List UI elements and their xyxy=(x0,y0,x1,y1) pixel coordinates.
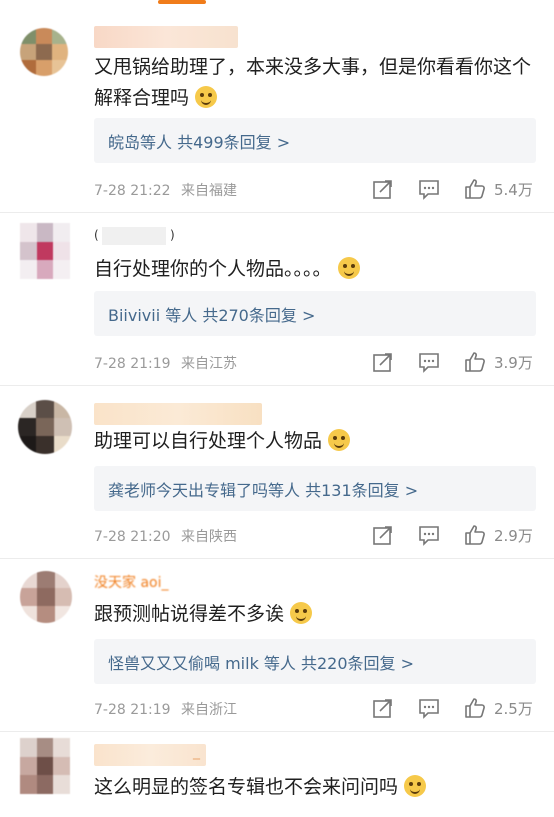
thumbs-up-icon[interactable] xyxy=(464,351,486,373)
comment-text: 又甩锅给助理了，本来没多大事，但是你看看你这个解释合理吗 xyxy=(94,56,532,109)
wink-emoji-icon xyxy=(337,257,360,279)
comment-item: 又甩锅给助理了，本来没多大事，但是你看看你这个解释合理吗 皖岛等人 共499条回… xyxy=(0,0,554,212)
comment-meta: 7-28 21:19 来自浙江 xyxy=(94,699,237,719)
avatar[interactable] xyxy=(18,400,72,454)
timestamp: 7-28 21:20 xyxy=(94,529,171,545)
thumbs-up-icon[interactable] xyxy=(464,178,486,200)
comment-meta: 7-28 21:22 来自福建 xyxy=(94,180,237,200)
replies-summary[interactable]: 怪兽又又又偷喝 milk 等人 共220条回复 > xyxy=(108,650,414,674)
username[interactable] xyxy=(94,26,238,48)
smirk-emoji-icon xyxy=(404,775,427,797)
comment-actions: 5.4万 xyxy=(372,178,542,200)
comment-text: 自行处理你的个人物品。。。。 xyxy=(94,254,534,285)
replies-link[interactable]: 怪兽又又又偷喝 milk 等人 共220条回复 > xyxy=(94,639,536,684)
replies-summary[interactable]: 皖岛等人 共499条回复 > xyxy=(108,129,290,153)
replies-link[interactable]: 皖岛等人 共499条回复 > xyxy=(94,118,536,163)
location: 来自浙江 xyxy=(181,702,238,718)
avatar[interactable] xyxy=(20,28,68,76)
timestamp: 7-28 21:22 xyxy=(94,183,171,199)
avatar[interactable] xyxy=(20,738,70,794)
comment-icon[interactable] xyxy=(418,351,440,373)
share-icon[interactable] xyxy=(372,697,394,719)
replies-link[interactable]: 龚老师今天出专辑了吗等人 共131条回复 > xyxy=(94,466,536,511)
comment-actions: 3.9万 xyxy=(372,351,542,373)
comment-icon[interactable] xyxy=(418,697,440,719)
username-blurred xyxy=(102,227,166,245)
comment-icon[interactable] xyxy=(418,524,440,546)
like-count: 3.9万 xyxy=(494,354,533,372)
comment-text: 助理可以自行处理个人物品 xyxy=(94,426,534,457)
avatar[interactable] xyxy=(20,223,70,279)
comment-item: _ 这么明显的签名专辑也不会来问问吗 xyxy=(0,732,554,817)
thumbs-up-icon[interactable] xyxy=(464,697,486,719)
location: 来自江苏 xyxy=(181,356,238,372)
comment-icon[interactable] xyxy=(418,178,440,200)
like-count: 2.5万 xyxy=(494,700,533,718)
comment-actions: 2.5万 xyxy=(372,697,542,719)
replies-summary[interactable]: Biivivii 等人 共270条回复 > xyxy=(108,302,315,326)
username[interactable]: _ xyxy=(94,744,206,766)
replies-summary[interactable]: 龚老师今天出专辑了吗等人 共131条回复 > xyxy=(108,477,418,501)
comment-meta: 7-28 21:20 来自陕西 xyxy=(94,526,237,546)
username[interactable]: ( ) xyxy=(94,225,175,247)
replies-link[interactable]: Biivivii 等人 共270条回复 > xyxy=(94,291,536,336)
location: 来自福建 xyxy=(181,183,238,199)
share-icon[interactable] xyxy=(372,524,394,546)
comment-item: 助理可以自行处理个人物品 龚老师今天出专辑了吗等人 共131条回复 > 7-28… xyxy=(0,386,554,558)
username[interactable] xyxy=(94,403,262,425)
avatar[interactable] xyxy=(20,571,72,623)
like-count: 5.4万 xyxy=(494,181,533,199)
comment-actions: 2.9万 xyxy=(372,524,542,546)
comment-item: 没天家 aoi_ 跟预测帖说得差不多诶 怪兽又又又偷喝 milk 等人 共220… xyxy=(0,559,554,731)
share-icon[interactable] xyxy=(372,351,394,373)
shrug-emoji-icon xyxy=(195,86,218,108)
comment-meta: 7-28 21:19 来自江苏 xyxy=(94,353,237,373)
share-icon[interactable] xyxy=(372,178,394,200)
thumbs-up-icon[interactable] xyxy=(464,524,486,546)
timestamp: 7-28 21:19 xyxy=(94,702,171,718)
comment-text: 这么明显的签名专辑也不会来问问吗 xyxy=(94,772,534,803)
comment-text: 跟预测帖说得差不多诶 xyxy=(94,599,534,630)
comment-item: ( ) 自行处理你的个人物品。。。。 Biivivii 等人 共270条回复 >… xyxy=(0,213,554,385)
laugh-cry-emoji-icon xyxy=(290,602,313,624)
timestamp: 7-28 21:19 xyxy=(94,356,171,372)
username[interactable]: 没天家 aoi_ xyxy=(94,571,220,593)
location: 来自陕西 xyxy=(181,529,238,545)
smile-emoji-icon xyxy=(328,429,351,451)
like-count: 2.9万 xyxy=(494,527,533,545)
